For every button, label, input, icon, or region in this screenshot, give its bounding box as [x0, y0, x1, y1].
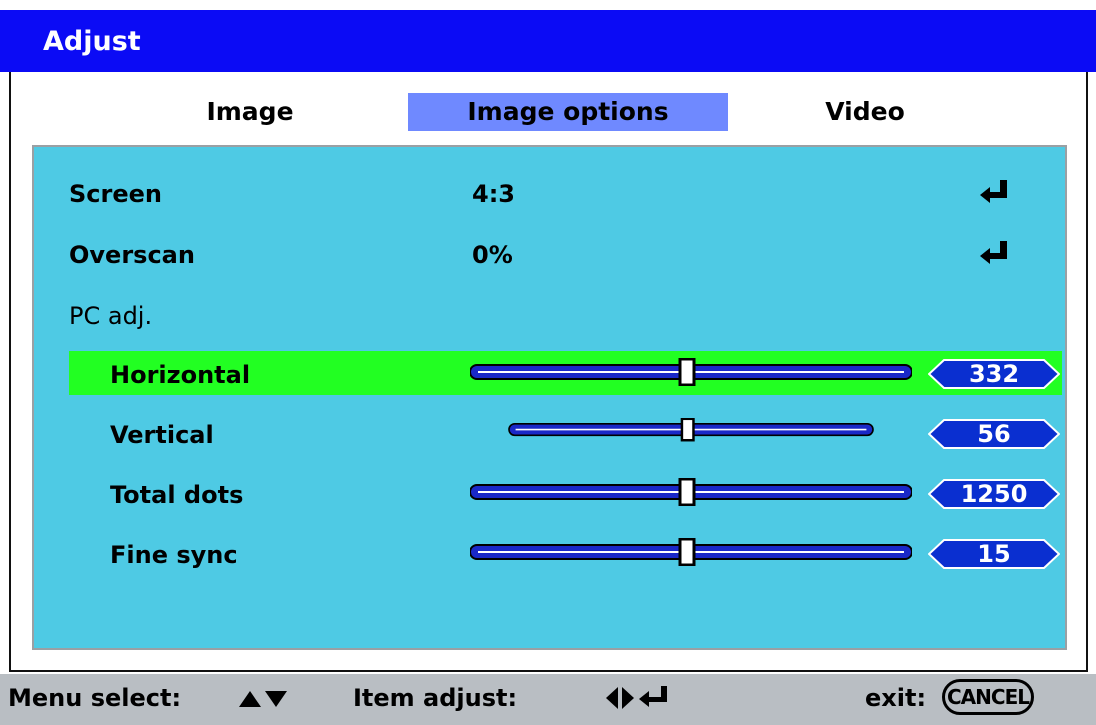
options-panel [32, 145, 1067, 650]
exit-label: exit: [865, 684, 927, 712]
up-down-arrows-icon [239, 691, 287, 707]
tab-video[interactable]: Video [780, 93, 950, 131]
window-title: Adjust [43, 26, 141, 57]
tab-image[interactable]: Image [150, 93, 350, 131]
enter-icon[interactable] [978, 178, 1014, 206]
total-dots-value-badge: 1250 [928, 479, 1060, 509]
item-adjust-label: Item adjust: [353, 684, 518, 712]
vertical-label[interactable]: Vertical [110, 421, 214, 449]
fine-sync-label[interactable]: Fine sync [110, 541, 238, 569]
vertical-slider[interactable] [470, 418, 912, 446]
tab-image-options[interactable]: Image options [408, 93, 728, 131]
enter-icon[interactable] [978, 239, 1014, 267]
pc-adj-label: PC adj. [69, 302, 153, 330]
menu-select-label: Menu select: [8, 684, 182, 712]
total-dots-label[interactable]: Total dots [110, 481, 243, 509]
footer-bar: Menu select: Item adjust: exit: CANCEL [0, 674, 1096, 725]
screen-label[interactable]: Screen [69, 180, 162, 208]
fine-sync-slider[interactable] [470, 538, 912, 566]
total-dots-slider[interactable] [470, 478, 912, 506]
title-bar: Adjust [0, 10, 1096, 72]
vertical-value-badge: 56 [928, 419, 1060, 449]
cancel-button[interactable]: CANCEL [942, 679, 1034, 715]
fine-sync-value: 15 [977, 540, 1011, 568]
total-dots-value: 1250 [960, 480, 1028, 508]
overscan-label[interactable]: Overscan [69, 241, 195, 269]
fine-sync-value-badge: 15 [928, 539, 1060, 569]
horizontal-value-badge: 332 [928, 359, 1060, 389]
horizontal-label[interactable]: Horizontal [110, 361, 250, 389]
overscan-value: 0% [472, 241, 513, 269]
horizontal-slider[interactable] [470, 358, 912, 386]
left-right-enter-icon [606, 686, 667, 709]
horizontal-value: 332 [968, 360, 1020, 388]
vertical-value: 56 [977, 420, 1011, 448]
screen-value: 4:3 [472, 180, 515, 208]
